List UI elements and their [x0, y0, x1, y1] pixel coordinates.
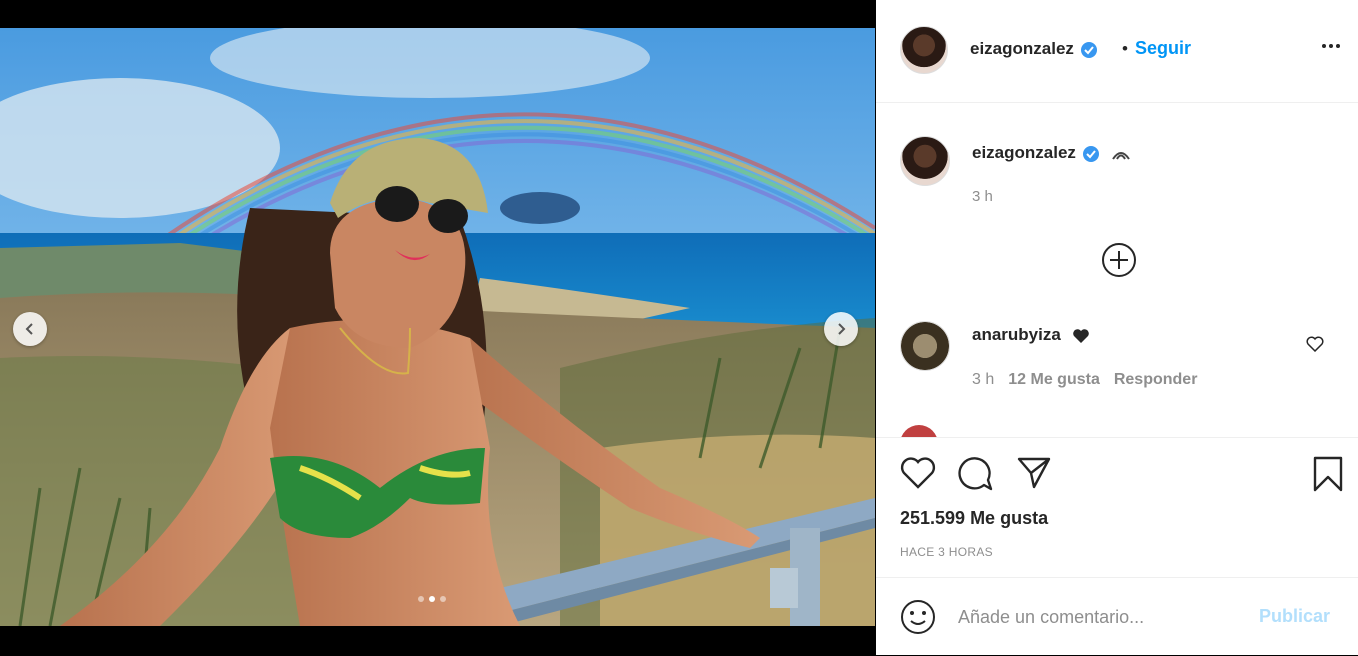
caption-username-line: eizagonzalez — [972, 143, 1131, 163]
commenter-avatar[interactable] — [900, 321, 950, 371]
author-username-line[interactable]: eizagonzalez — [970, 39, 1098, 59]
post-actions: 251.599 Me gusta HACE 3 HORAS — [876, 437, 1358, 578]
comment-icon[interactable] — [958, 456, 994, 492]
heart-icon[interactable] — [900, 456, 936, 490]
slide-dot — [418, 596, 424, 602]
comment-like-icon[interactable] — [1306, 336, 1324, 352]
commenter-username[interactable]: anarubyiza — [972, 325, 1061, 344]
caption-username[interactable]: eizagonzalez — [972, 143, 1076, 162]
post-photo[interactable] — [0, 28, 875, 626]
share-icon[interactable] — [1016, 456, 1052, 490]
comment-time[interactable]: 3 h — [972, 371, 994, 389]
caption-avatar[interactable] — [900, 136, 950, 186]
chevron-left-icon — [25, 323, 33, 335]
header-separator: • — [1122, 39, 1128, 58]
comments-section[interactable]: eizagonzalez 3 h anarubyiza 3 h 12 Me gu… — [876, 103, 1358, 437]
photo-illustration — [0, 28, 875, 626]
likes-count[interactable]: 251.599 Me gusta — [900, 508, 1048, 529]
slide-indicator — [418, 596, 446, 602]
publish-button[interactable]: Publicar — [1259, 606, 1330, 627]
caption-time[interactable]: 3 h — [972, 188, 993, 205]
follow-button[interactable]: Seguir — [1135, 38, 1191, 59]
verified-badge-icon — [1080, 41, 1097, 58]
black-heart-icon — [1072, 328, 1089, 343]
comment-reply-button[interactable]: Responder — [1114, 371, 1198, 389]
previous-slide-button[interactable] — [13, 312, 47, 346]
comment-input[interactable] — [956, 606, 1260, 629]
post-date[interactable]: HACE 3 HORAS — [900, 545, 993, 559]
post-sidebar: eizagonzalez • Seguir eizagonzalez 3 h a… — [876, 0, 1358, 655]
comment-composer: Publicar — [876, 577, 1358, 656]
rainbow-icon — [1111, 151, 1130, 160]
next-slide-button[interactable] — [824, 312, 858, 346]
plus-circle-icon[interactable] — [1101, 242, 1137, 278]
post-header: eizagonzalez • Seguir — [876, 0, 1358, 103]
partial-comment-row — [900, 425, 948, 437]
more-options-icon[interactable] — [1322, 44, 1340, 48]
comment-line: anarubyiza — [972, 325, 1090, 345]
slide-dot-active — [429, 596, 435, 602]
author-username[interactable]: eizagonzalez — [970, 39, 1074, 58]
verified-badge-icon — [1082, 145, 1099, 162]
emoji-icon[interactable] — [900, 599, 936, 635]
author-avatar[interactable] — [900, 26, 948, 74]
photo-panel — [0, 0, 875, 655]
slide-dot — [440, 596, 446, 602]
comment-likes[interactable]: 12 Me gusta — [1008, 371, 1100, 389]
chevron-right-icon — [838, 323, 846, 335]
bookmark-icon[interactable] — [1312, 456, 1344, 492]
comment-meta: 3 h 12 Me gusta Responder — [972, 371, 1197, 389]
